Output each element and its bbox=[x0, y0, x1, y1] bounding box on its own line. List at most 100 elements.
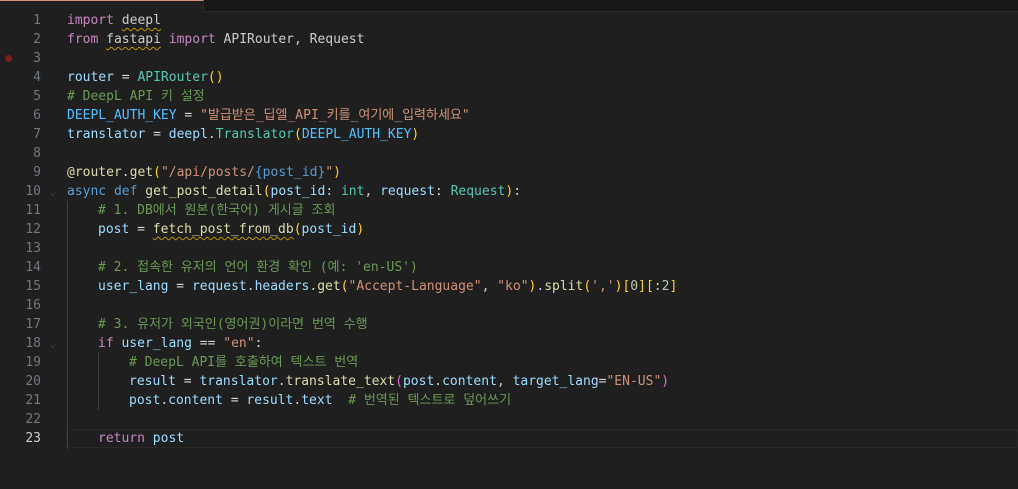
fold-chevron-icon[interactable]: ⌄ bbox=[46, 334, 60, 353]
line-number[interactable]: 4 bbox=[0, 68, 60, 87]
line-number[interactable]: 2 bbox=[0, 30, 60, 49]
fold-chevron-icon[interactable]: ⌄ bbox=[46, 182, 60, 201]
line-number-text: 5 bbox=[33, 89, 41, 104]
code-token: ) bbox=[505, 184, 514, 199]
line-number-text: 12 bbox=[25, 222, 41, 237]
line-number[interactable]: 19 bbox=[0, 353, 60, 372]
code-line[interactable]: DEEPL_AUTH_KEY = "발급받은_딥엘_API_키를_여기에_입력하… bbox=[67, 106, 1018, 125]
indent-guide bbox=[67, 220, 68, 239]
code-line[interactable] bbox=[67, 49, 1018, 68]
code-token: : bbox=[254, 336, 263, 351]
code-token: user_lang bbox=[98, 279, 169, 294]
code-token: fastapi bbox=[106, 32, 161, 47]
code-token: , bbox=[496, 374, 513, 389]
code-line[interactable]: # 2. 접속한 유저의 언어 환경 확인 (예: 'en-US') bbox=[67, 258, 1018, 277]
line-number[interactable]: 1 bbox=[0, 11, 60, 30]
line-number[interactable]: 21 bbox=[0, 391, 60, 410]
line-number-text: 10 bbox=[25, 184, 41, 199]
code-token: translator bbox=[199, 374, 278, 389]
code-line[interactable] bbox=[67, 144, 1018, 163]
breakpoint-hint-icon[interactable] bbox=[5, 55, 12, 62]
code-token: "en" bbox=[223, 336, 255, 351]
line-number-gutter[interactable]: 1 2 3 4 5 6 7 8 9 10 ⌄ 11 12 13 14 15 16 17 18 ⌄ 19 20 21 22 23 bbox=[0, 11, 60, 448]
code-line[interactable]: # DeepL API 키 설정 bbox=[67, 87, 1018, 106]
code-token: APIRouter bbox=[137, 70, 208, 85]
code-token: APIRouter, Request bbox=[215, 32, 365, 47]
line-number-text: 22 bbox=[25, 412, 41, 427]
line-number[interactable]: 18 ⌄ bbox=[0, 334, 60, 353]
indent-guide bbox=[98, 391, 99, 410]
code-token: = bbox=[113, 70, 138, 85]
code-token: : bbox=[325, 184, 341, 199]
line-number[interactable]: 17 bbox=[0, 315, 60, 334]
code-token: "Accept-Language" bbox=[348, 279, 482, 294]
line-number[interactable]: 10 ⌄ bbox=[0, 182, 60, 201]
code-token: Request bbox=[450, 184, 506, 199]
line-number[interactable]: 16 bbox=[0, 296, 60, 315]
code-line[interactable]: # DeepL API를 호출하여 텍스트 번역 bbox=[67, 353, 1018, 372]
indent-guide bbox=[67, 430, 68, 449]
line-number-text: 23 bbox=[25, 431, 41, 446]
line-number-text: 15 bbox=[25, 279, 41, 294]
code-line[interactable]: translator = deepl.Translator(DEEPL_AUTH… bbox=[67, 125, 1018, 144]
line-number[interactable]: 14 bbox=[0, 258, 60, 277]
code-token: int bbox=[340, 184, 365, 199]
code-token: . bbox=[160, 393, 169, 408]
code-line[interactable]: router = APIRouter() bbox=[67, 68, 1018, 87]
line-number[interactable]: 6 bbox=[0, 106, 60, 125]
code-editor[interactable]: 1 2 3 4 5 6 7 8 9 10 ⌄ 11 12 13 14 15 16 17 18 ⌄ 19 20 21 22 23 … bbox=[0, 0, 1018, 489]
code-line[interactable]: # 1. DB에서 원본(한국어) 게시글 조회 bbox=[67, 201, 1018, 220]
code-area[interactable]: import deepl from fastapi import APIRoute… bbox=[66, 11, 1018, 449]
code-token: deepl bbox=[121, 13, 161, 28]
code-token: ( bbox=[153, 165, 161, 180]
code-line[interactable]: return post bbox=[66, 429, 1018, 449]
code-line[interactable] bbox=[67, 239, 1018, 258]
line-number[interactable]: 11 bbox=[0, 201, 60, 220]
line-number[interactable]: 9 bbox=[0, 163, 60, 182]
code-token: translate_text bbox=[285, 374, 396, 389]
code-line[interactable]: async def get_post_detail(post_id: int, … bbox=[67, 182, 1018, 201]
line-number[interactable]: 5 bbox=[0, 87, 60, 106]
line-number[interactable]: 7 bbox=[0, 125, 60, 144]
code-token: translator bbox=[67, 127, 146, 142]
code-token: get bbox=[129, 165, 154, 180]
code-token: == bbox=[191, 336, 224, 351]
code-token: post bbox=[152, 431, 185, 446]
code-line[interactable]: post.content = result.text # 번역된 텍스트로 덮어… bbox=[67, 391, 1018, 410]
code-token: def bbox=[113, 184, 138, 199]
line-number[interactable]: 20 bbox=[0, 372, 60, 391]
code-token: request bbox=[191, 279, 247, 294]
code-line[interactable] bbox=[67, 410, 1018, 429]
code-token: # 번역된 텍스트로 덮어쓰기 bbox=[348, 393, 512, 408]
code-line[interactable]: import deepl bbox=[67, 11, 1018, 30]
code-token: split bbox=[544, 279, 584, 294]
code-line[interactable]: user_lang = request.headers.get("Accept-… bbox=[67, 277, 1018, 296]
code-line[interactable]: from fastapi import APIRouter, Request bbox=[67, 30, 1018, 49]
code-token: : bbox=[653, 279, 662, 294]
line-number-text: 20 bbox=[25, 374, 41, 389]
code-line[interactable]: # 3. 유저가 외국인(영어권)이라면 번역 수행 bbox=[67, 315, 1018, 334]
code-line[interactable]: post = fetch_post_from_db(post_id) bbox=[67, 220, 1018, 239]
code-line[interactable]: @router.get("/api/posts/{post_id}") bbox=[67, 163, 1018, 182]
code-token: from bbox=[67, 32, 99, 47]
line-number-text: 8 bbox=[33, 146, 41, 161]
code-token: = bbox=[176, 108, 201, 123]
code-line[interactable]: if user_lang == "en": bbox=[67, 334, 1018, 353]
line-number-text: 21 bbox=[25, 393, 41, 408]
code-line[interactable]: result = translator.translate_text(post.… bbox=[67, 372, 1018, 391]
line-number[interactable]: 12 bbox=[0, 220, 60, 239]
code-token: . bbox=[246, 279, 255, 294]
line-number[interactable]: 15 bbox=[0, 277, 60, 296]
line-number[interactable]: 23 bbox=[0, 429, 60, 448]
code-token: = bbox=[129, 222, 153, 237]
line-number[interactable]: 3 bbox=[0, 49, 60, 68]
line-number-text: 14 bbox=[25, 260, 41, 275]
indent-guide bbox=[67, 201, 68, 220]
code-line[interactable] bbox=[67, 296, 1018, 315]
indent-guide bbox=[67, 353, 68, 372]
line-number[interactable]: 13 bbox=[0, 239, 60, 258]
line-number[interactable]: 8 bbox=[0, 144, 60, 163]
line-number[interactable]: 22 bbox=[0, 410, 60, 429]
